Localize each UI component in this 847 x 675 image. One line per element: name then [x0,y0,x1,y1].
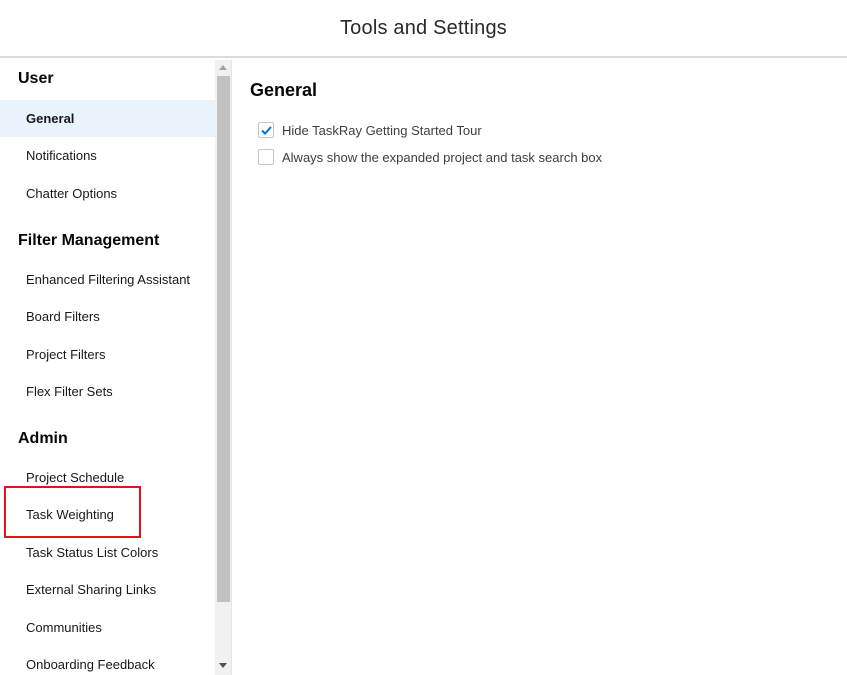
hide-tour-checkbox[interactable] [258,122,274,138]
sidebar-item-onboarding-feedback[interactable]: Onboarding Feedback [0,646,215,675]
checkmark-icon [260,125,272,135]
scroll-down-arrow-icon[interactable] [219,663,227,668]
sidebar-item-communities[interactable]: Communities [0,609,215,646]
sidebar-item-notifications[interactable]: Notifications [0,137,215,174]
expanded-search-label: Always show the expanded project and tas… [282,149,603,165]
sidebar-item-general[interactable]: General [0,100,215,137]
sidebar-item-board-filters[interactable]: Board Filters [0,298,215,335]
scrollbar-thumb[interactable] [217,76,230,602]
sidebar-item-task-weighting[interactable]: Task Weighting [0,496,215,533]
settings-sidebar: User General Notifications Chatter Optio… [0,60,215,675]
content-title: General [250,80,318,100]
sidebar-item-flex-filter-sets[interactable]: Flex Filter Sets [0,373,215,410]
sidebar-item-project-filters[interactable]: Project Filters [0,336,215,373]
sidebar-item-external-sharing-links[interactable]: External Sharing Links [0,571,215,608]
sidebar-item-task-status-list-colors[interactable]: Task Status List Colors [0,534,215,571]
scroll-up-arrow-icon[interactable] [219,65,227,70]
expanded-search-checkbox[interactable] [258,149,274,165]
option-expanded-search-box[interactable]: Always show the expanded project and tas… [258,149,602,165]
sidebar-item-enhanced-filtering-assistant[interactable]: Enhanced Filtering Assistant [0,261,215,298]
section-heading-user: User [18,70,54,87]
section-heading-admin: Admin [18,430,68,447]
sidebar-scrollbar[interactable] [215,60,232,675]
page-title: Tools and Settings [339,16,508,39]
section-heading-filter-management: Filter Management [18,232,160,249]
sidebar-item-project-schedule[interactable]: Project Schedule [0,459,215,496]
sidebar-item-chatter-options[interactable]: Chatter Options [0,175,215,212]
option-hide-getting-started-tour[interactable]: Hide TaskRay Getting Started Tour [258,122,482,138]
page-header: Tools and Settings [0,0,847,58]
settings-content: General Hide TaskRay Getting Started Tou… [233,60,847,675]
hide-tour-label: Hide TaskRay Getting Started Tour [282,122,482,138]
